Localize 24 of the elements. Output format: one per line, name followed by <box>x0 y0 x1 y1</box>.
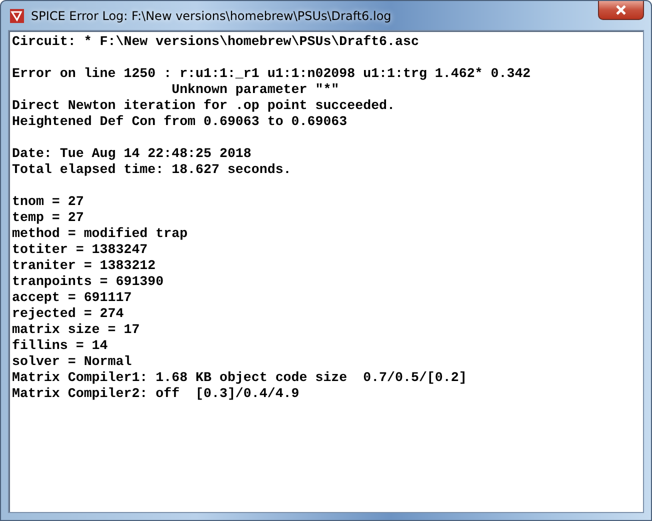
log-line: totiter = 1383247 <box>12 242 149 258</box>
log-line: tranpoints = 691390 <box>12 274 165 290</box>
log-line: fillins = 14 <box>12 338 109 354</box>
close-button[interactable] <box>598 1 644 20</box>
log-line: Heightened Def Con from 0.69063 to 0.69063 <box>12 114 348 130</box>
log-line: Direct Newton iteration for .op point succeeded. <box>12 98 396 114</box>
log-line: tnom = 27 <box>12 194 85 210</box>
log-line: Matrix Compiler2: off [0.3]/0.4/4.9 <box>12 386 300 402</box>
log-line: temp = 27 <box>12 210 85 226</box>
log-line: method = modified trap <box>12 226 189 242</box>
log-line: Date: Tue Aug 14 22:48:25 2018 <box>12 146 252 162</box>
log-line: accept = 691117 <box>12 290 133 306</box>
log-line: Circuit: * F:\New versions\homebrew\PSUs\Draft6.asc <box>12 34 420 50</box>
log-line: rejected = 274 <box>12 306 125 322</box>
log-line: solver = Normal <box>12 354 133 370</box>
log-line: Matrix Compiler1: 1.68 KB object code size 0.7/0.5/[0.2] <box>12 370 468 386</box>
window-title: SPICE Error Log: F:\New versions\homebrew\PSUs\Draft6.log <box>31 8 392 22</box>
log-line: traniter = 1383212 <box>12 258 157 274</box>
app-icon <box>9 8 25 24</box>
log-line: Unknown parameter "*" <box>170 82 340 98</box>
log-line: matrix size = 17 <box>12 322 141 338</box>
log-line: Total elapsed time: 18.627 seconds. <box>12 162 292 178</box>
close-icon <box>615 5 627 15</box>
log-line: Error on line 1250 : r:u1:1:_r1 u1:1:n02098 u1:1:trg 1.462* 0.342 <box>12 66 532 82</box>
